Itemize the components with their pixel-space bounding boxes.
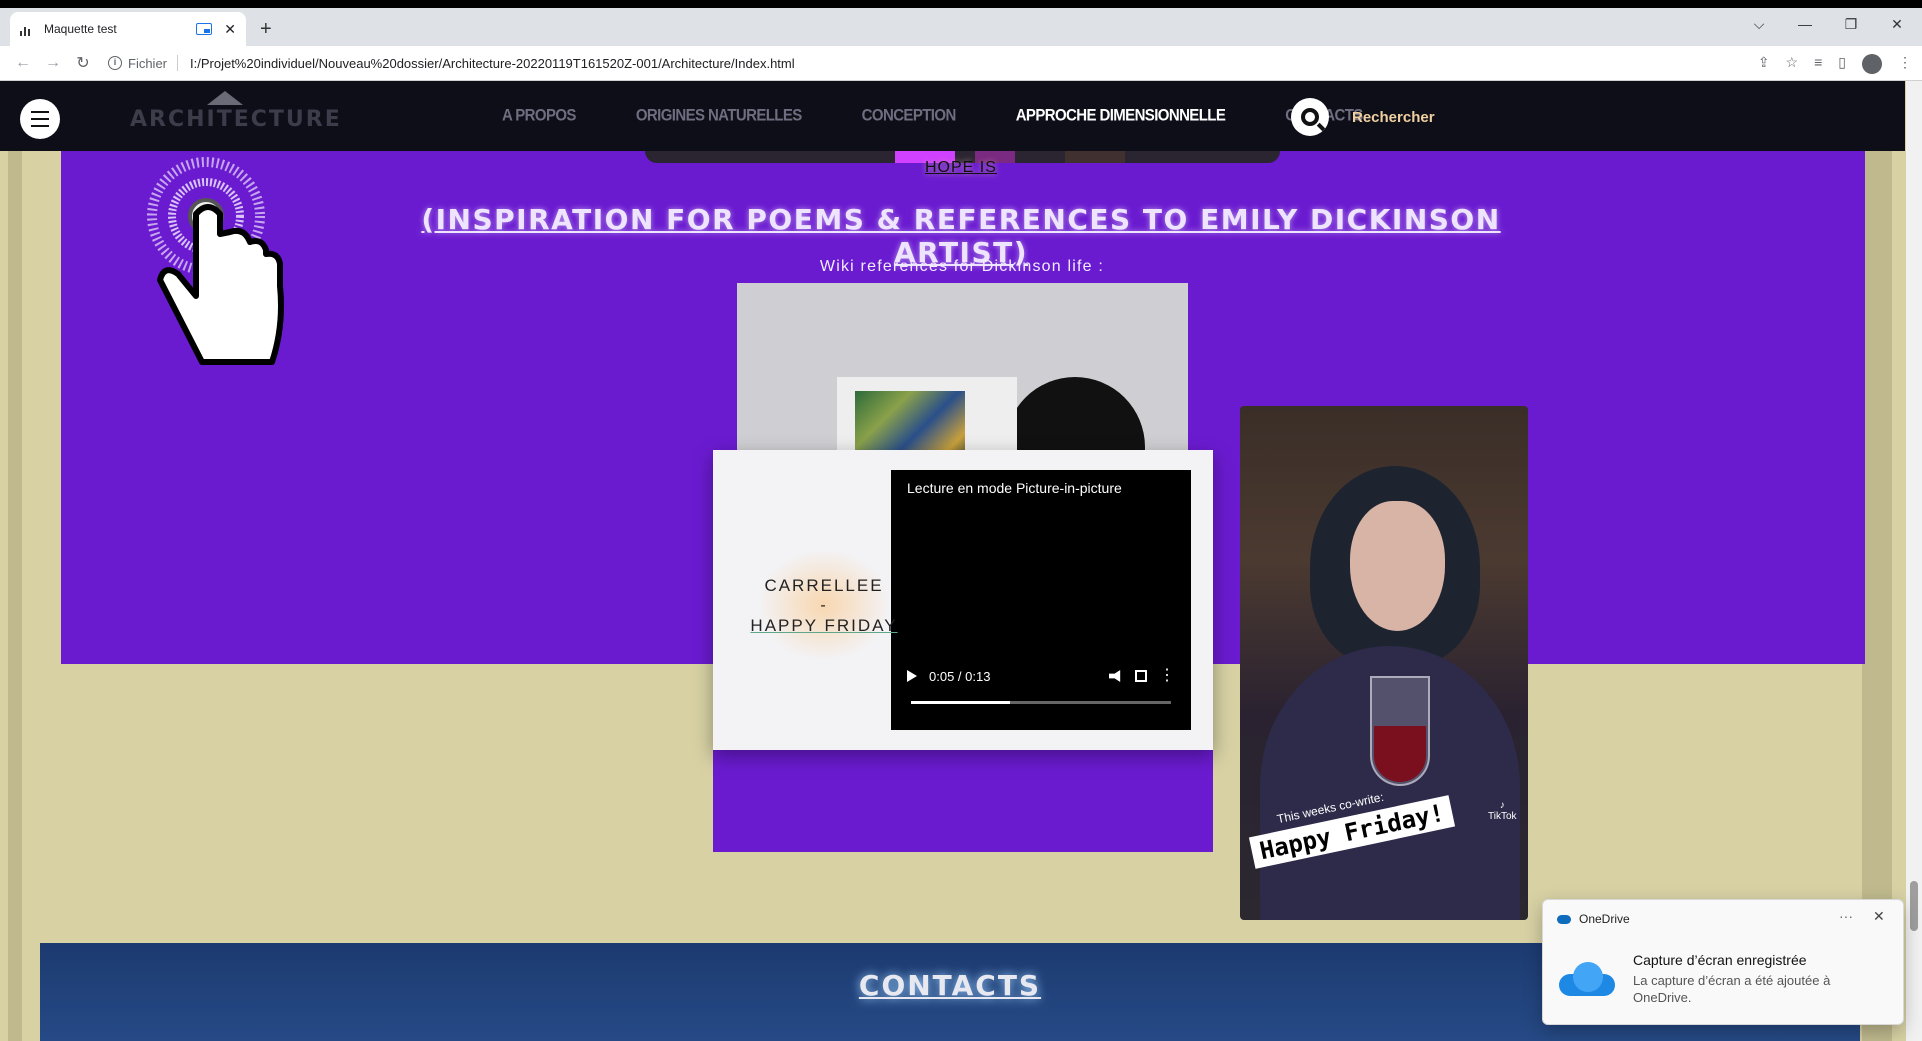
new-tab-button[interactable]: + [260,18,272,41]
minimize-button[interactable]: — [1782,16,1828,33]
main-menu: A PROPOS ORIGINES NATURELLES CONCEPTION … [502,106,1363,125]
fullscreen-icon[interactable] [1135,670,1147,682]
tab-search-icon[interactable]: ⌵ [1736,16,1782,33]
reading-list-icon[interactable]: ≡ [1814,54,1822,74]
play-icon[interactable] [907,670,917,682]
url-scheme: Fichier [128,55,168,71]
page-frame-left [8,81,22,1041]
page-frame-right [1862,81,1892,1041]
credit-dash: - [820,597,828,614]
window-controls: ⌵ — ❐ ✕ [1736,16,1920,33]
onedrive-small-icon [1557,914,1571,924]
tiktok-icon: ♪ TikTok [1488,800,1517,822]
vinyl-record-icon [1005,377,1145,453]
onedrive-cloud-icon [1559,962,1615,996]
menu-item-origines-naturelles[interactable]: ORIGINES NATURELLES [636,106,802,125]
toast-header: OneDrive [1557,912,1630,926]
search-label[interactable]: Rechercher [1352,109,1435,126]
picture-in-picture-icon[interactable] [196,23,213,35]
site-info-icon[interactable]: i [108,56,122,70]
song-credit: CARRELLEE - HAPPY FRIDAY [739,550,909,660]
player-more-icon[interactable]: ⋮ [1159,668,1175,684]
back-arrow-icon[interactable]: ← [8,54,38,72]
song-card: CARRELLEE - HAPPY FRIDAY Lecture en mode… [713,450,1213,750]
volume-icon[interactable] [1109,670,1121,682]
omnibox[interactable]: i Fichier I:/Projet%20individuel/Nouveau… [108,55,795,71]
toast-title: Capture d’écran enregistrée [1633,952,1807,968]
toast-body: La capture d’écran a été ajoutée à OneDr… [1633,973,1831,1005]
hamburger-menu-icon[interactable] [20,99,60,139]
wine-fill [1374,726,1426,782]
pip-message: Lecture en mode Picture-in-picture [907,480,1122,496]
menu-item-a-propos[interactable]: A PROPOS [502,106,576,125]
menu-kebab-icon[interactable]: ⋮ [1898,54,1912,74]
toast-more-button[interactable]: ··· [1839,908,1853,924]
onedrive-notification[interactable]: OneDrive ··· ✕ Capture d’écran enregistr… [1542,899,1904,1025]
site-navbar: ARCHITECTURE A PROPOS ORIGINES NATURELLE… [0,81,1905,151]
tiktok-photo[interactable]: This weeks co-write: Happy Friday! ♪ TikT… [1240,406,1528,920]
profile-avatar-icon[interactable] [1862,54,1882,74]
toolbar-icons: ⇪ ☆ ≡ ▯ ⋮ [1758,54,1912,74]
logo-text: ARCHITECTURE [130,107,342,132]
menu-item-approche-dimensionnelle[interactable]: APPROCHE DIMENSIONNELLE [1016,106,1226,125]
album-sleeve [837,377,1017,453]
hand-pointer-icon [147,157,284,365]
side-panel-icon[interactable]: ▯ [1838,54,1846,74]
page-scrollbar[interactable] [1906,81,1922,1041]
menu-item-conception[interactable]: CONCEPTION [862,106,957,125]
bookmark-star-icon[interactable]: ☆ [1786,54,1799,74]
hope-is-link[interactable]: HOPE IS [925,159,997,177]
player-controls: 0:05 / 0:13 ⋮ [891,662,1191,690]
restore-button[interactable]: ❐ [1828,16,1874,33]
video-player[interactable]: Lecture en mode Picture-in-picture 0:05 … [891,470,1191,730]
player-time: 0:05 / 0:13 [929,668,991,684]
url-text[interactable]: I:/Projet%20individuel/Nouveau%20dossier… [190,56,795,71]
close-window-button[interactable]: ✕ [1874,16,1920,33]
player-progress [911,701,1010,704]
forward-arrow-icon[interactable]: → [38,54,68,72]
page-viewport: HOPE IS (INSPIRATION FOR POEMS & REFEREN… [0,81,1922,1041]
search-icon [1301,108,1319,126]
close-tab-icon[interactable]: ✕ [224,21,236,38]
photo-face [1350,501,1445,631]
share-icon[interactable]: ⇪ [1758,54,1770,74]
song-title-link[interactable]: HAPPY FRIDAY [739,610,909,642]
scrollbar-thumb[interactable] [1910,881,1918,931]
site-logo[interactable]: ARCHITECTURE [130,91,342,139]
browser-tab[interactable]: Maquette test ✕ [10,12,246,46]
toast-close-button[interactable]: ✕ [1873,908,1885,925]
player-seek-bar[interactable] [911,701,1171,704]
search-button[interactable] [1291,98,1329,136]
tiktok-label: TikTok [1488,811,1517,822]
tab-title: Maquette test [44,22,117,36]
album-card[interactable] [737,283,1188,453]
card-base-purple [713,750,1213,852]
house-icon [207,91,243,105]
album-artwork [855,391,965,453]
toast-app-name: OneDrive [1579,912,1630,926]
address-bar: ← → ↻ i Fichier I:/Projet%20individuel/N… [0,46,1922,81]
url-separator [177,55,179,71]
wiki-references-label: Wiki references for Dickinson life : [819,258,1105,275]
audio-bars-icon [20,22,34,36]
reload-icon[interactable]: ↻ [68,53,98,73]
browser-tab-bar: Maquette test ✕ + ⌵ — ❐ ✕ [0,0,1922,46]
